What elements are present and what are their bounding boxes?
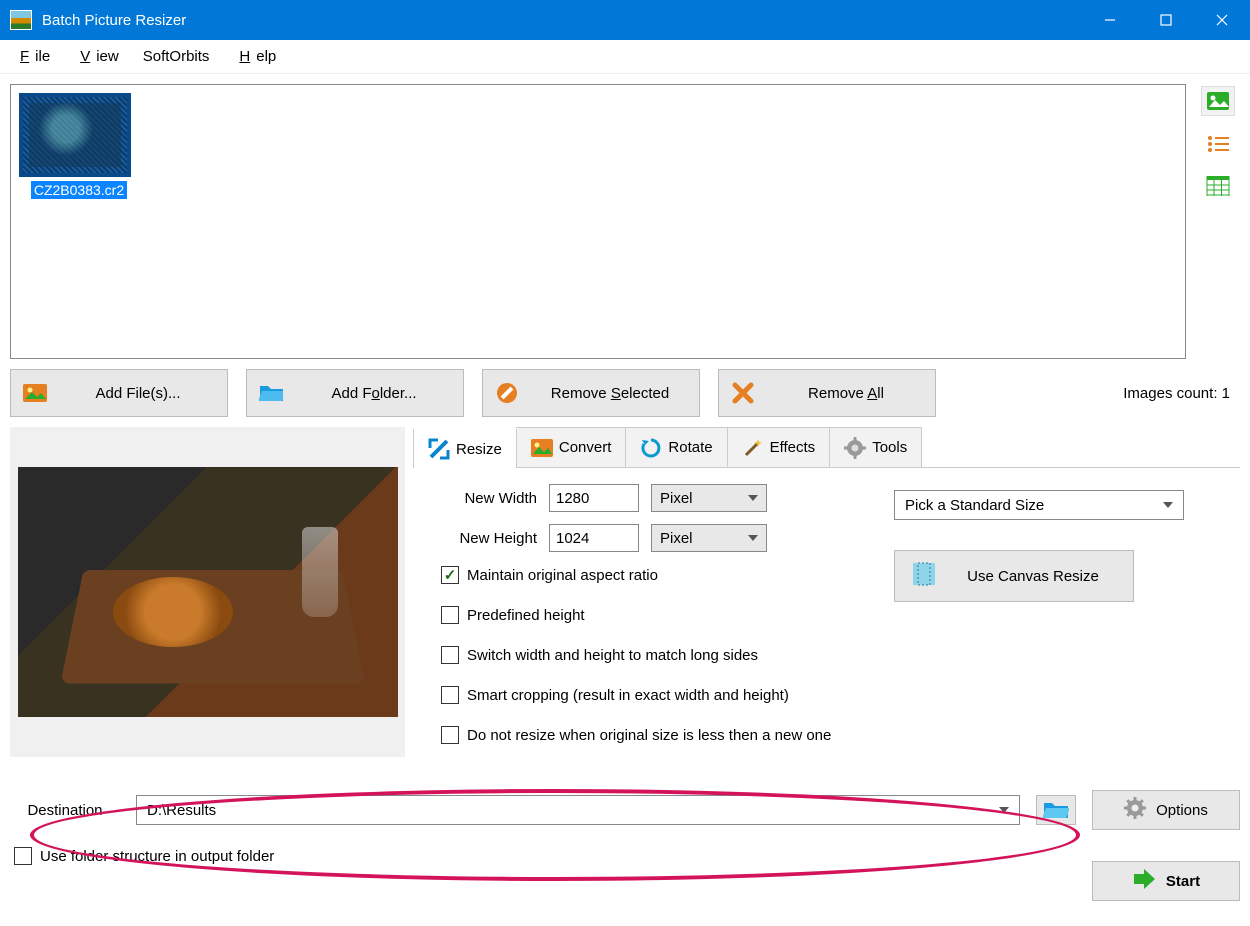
destination-select[interactable]: D:\Results	[136, 795, 1020, 825]
preview-image	[18, 467, 398, 717]
images-count: Images count: 1	[1123, 385, 1240, 402]
prohibit-icon	[495, 383, 519, 403]
picture-icon	[531, 437, 553, 459]
checkbox-label: Smart cropping (result in exact width an…	[467, 687, 789, 704]
list-icon	[1206, 134, 1230, 154]
close-button[interactable]	[1194, 0, 1250, 40]
menu-help[interactable]: Help	[227, 44, 282, 69]
use-folder-structure-checkbox[interactable]	[14, 847, 32, 865]
checkbox-label: Switch width and height to match long si…	[467, 647, 758, 664]
new-width-label: New Width	[437, 490, 537, 507]
canvas-resize-button[interactable]: Use Canvas Resize	[894, 550, 1134, 602]
maximize-button[interactable]	[1138, 0, 1194, 40]
canvas-icon	[911, 561, 937, 591]
button-label: Remove All	[769, 385, 923, 402]
tab-convert[interactable]: Convert	[516, 427, 627, 467]
app-icon	[10, 10, 32, 30]
picture-icon	[1206, 91, 1230, 111]
button-label: Add Folder...	[297, 385, 451, 402]
thumbnail-image	[19, 93, 131, 177]
new-width-input[interactable]	[549, 484, 639, 512]
predefined-height-checkbox[interactable]	[441, 606, 459, 624]
new-height-input[interactable]	[549, 524, 639, 552]
add-folder-button[interactable]: Add Folder...	[246, 369, 464, 417]
start-button[interactable]: Start	[1092, 861, 1240, 901]
button-label: Start	[1166, 873, 1200, 890]
tab-rotate[interactable]: Rotate	[625, 427, 727, 467]
maintain-ratio-checkbox[interactable]	[441, 566, 459, 584]
button-label: Use Canvas Resize	[949, 568, 1117, 585]
tab-tools[interactable]: Tools	[829, 427, 922, 467]
standard-size-select[interactable]: Pick a Standard Size	[894, 490, 1184, 520]
view-list-button[interactable]	[1206, 134, 1230, 158]
button-label: Remove Selected	[533, 385, 687, 402]
checkbox-label: Use folder structure in output folder	[40, 848, 274, 865]
menu-file[interactable]: File	[8, 44, 56, 69]
destination-label: Destination	[10, 802, 120, 819]
grid-icon	[1206, 176, 1230, 196]
width-unit-select[interactable]: Pixel	[651, 484, 767, 512]
folder-icon	[259, 383, 283, 403]
remove-selected-button[interactable]: Remove Selected	[482, 369, 700, 417]
options-button[interactable]: Options	[1092, 790, 1240, 830]
resize-icon	[428, 438, 450, 460]
app-title: Batch Picture Resizer	[42, 12, 1082, 29]
x-icon	[731, 383, 755, 403]
checkbox-label: Do not resize when original size is less…	[467, 727, 831, 744]
smart-cropping-checkbox[interactable]	[441, 686, 459, 704]
wand-icon	[742, 437, 764, 459]
button-label: Options	[1156, 802, 1208, 819]
play-icon	[1132, 868, 1156, 894]
titlebar: Batch Picture Resizer	[0, 0, 1250, 40]
add-files-button[interactable]: Add File(s)...	[10, 369, 228, 417]
checkbox-label: Maintain original aspect ratio	[467, 567, 658, 584]
menubar: File View SoftOrbits Help	[0, 40, 1250, 74]
view-grid-button[interactable]	[1206, 176, 1230, 200]
thumbnail-filename: CZ2B0383.cr2	[31, 181, 127, 199]
tab-bar: Resize Convert Rotate Effects Tools	[413, 427, 1240, 468]
remove-all-button[interactable]: Remove All	[718, 369, 936, 417]
preview-pane	[10, 427, 405, 757]
switch-sides-checkbox[interactable]	[441, 646, 459, 664]
gear-icon	[844, 437, 866, 459]
tab-resize[interactable]: Resize	[413, 428, 517, 468]
gear-icon	[1124, 797, 1146, 823]
rotate-icon	[640, 437, 662, 459]
new-height-label: New Height	[437, 530, 537, 547]
menu-view[interactable]: View	[68, 44, 125, 69]
browse-button[interactable]	[1036, 795, 1076, 825]
height-unit-select[interactable]: Pixel	[651, 524, 767, 552]
minimize-button[interactable]	[1082, 0, 1138, 40]
image-gallery[interactable]: CZ2B0383.cr2	[10, 84, 1186, 359]
no-resize-smaller-checkbox[interactable]	[441, 726, 459, 744]
view-thumbnails-button[interactable]	[1201, 86, 1235, 116]
picture-icon	[23, 383, 47, 403]
tab-effects[interactable]: Effects	[727, 427, 831, 467]
folder-open-icon	[1043, 800, 1069, 820]
button-label: Add File(s)...	[61, 385, 215, 402]
thumbnail-item[interactable]: CZ2B0383.cr2	[19, 93, 139, 199]
checkbox-label: Predefined height	[467, 607, 585, 624]
menu-softorbits[interactable]: SoftOrbits	[137, 44, 216, 69]
